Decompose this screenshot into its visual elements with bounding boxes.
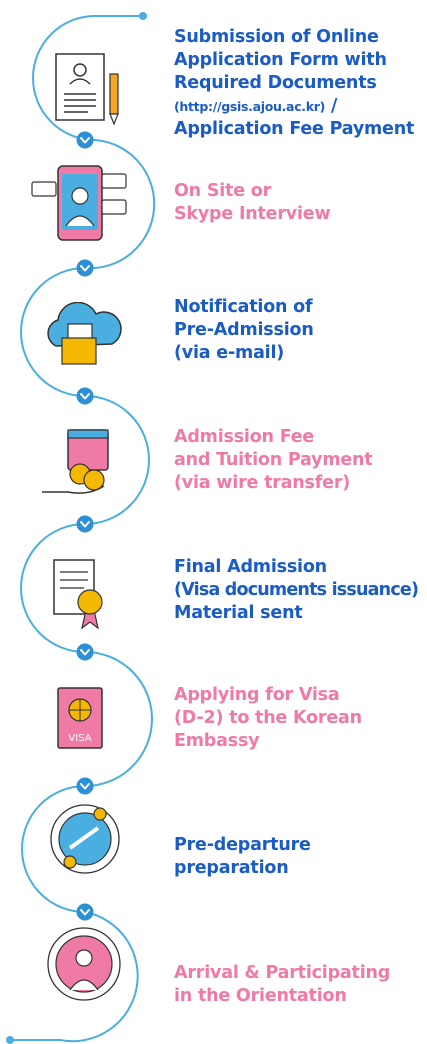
step-4-text: Admission Fee and Tuition Payment (via w… (174, 426, 427, 495)
step-7-line-1: Pre-departure (174, 835, 311, 855)
step-6-line-3: Embassy (174, 731, 260, 751)
step-1-line-3: Required Documents (174, 73, 377, 93)
payment-wallet-icon (42, 429, 109, 494)
cloud-email-icon (47, 302, 122, 365)
globe-person-icon (47, 927, 121, 1001)
globe-travel-icon (50, 804, 120, 874)
passport-icon: VISA (57, 687, 103, 749)
step-3-text: Notification of Pre-Admission (via e-mai… (174, 296, 427, 365)
step-6-line-2: (D-2) to the Korean (174, 708, 362, 728)
chevron-down-icon (76, 515, 94, 533)
video-interview-icon (31, 165, 127, 241)
step-3-line-1: Notification of (174, 297, 313, 317)
step-7-text: Pre-departure preparation (174, 834, 427, 880)
step-7-line-2: preparation (174, 858, 289, 878)
chevron-down-icon (76, 903, 94, 921)
step-5-text: Final Admission (Visa documents issuance… (174, 556, 427, 625)
step-2-line-2: Skype Interview (174, 204, 331, 224)
chevron-down-icon (76, 777, 94, 795)
step-1-line-1: Submission of Online (174, 27, 379, 47)
application-url: (http://gsis.ajou.ac.kr) (174, 99, 326, 114)
step-5-line-2: (Visa documents issuance) (174, 580, 419, 600)
step-2-text: On Site or Skype Interview (174, 180, 427, 226)
step-4-line-2: and Tuition Payment (174, 450, 373, 470)
slash-separator: / (330, 96, 338, 116)
chevron-down-icon (76, 131, 94, 149)
step-5-line-1: Final Admission (174, 557, 327, 577)
step-8-line-2: in the Orientation (174, 986, 347, 1006)
step-1-text: Submission of Online Application Form wi… (174, 26, 427, 141)
application-form-icon (55, 53, 119, 126)
step-6-line-1: Applying for Visa (174, 685, 340, 705)
step-1-line-4: Application Fee Payment (174, 119, 415, 139)
process-timeline-track (6, 12, 156, 1044)
step-2-line-1: On Site or (174, 181, 272, 201)
step-6-text: Applying for Visa (D-2) to the Korean Em… (174, 684, 427, 753)
step-4-line-3: (via wire transfer) (174, 473, 351, 493)
step-1-line-2: Application Form with (174, 50, 387, 70)
step-5-line-3: Material sent (174, 603, 303, 623)
passport-label: VISA (68, 733, 91, 744)
chevron-down-icon (76, 259, 94, 277)
step-4-line-1: Admission Fee (174, 427, 315, 447)
step-3-line-2: Pre-Admission (174, 320, 314, 340)
chevron-down-icon (76, 643, 94, 661)
step-8-line-1: Arrival & Participating (174, 963, 391, 983)
certificate-icon (53, 559, 103, 630)
step-3-line-3: (via e-mail) (174, 343, 285, 363)
step-8-text: Arrival & Participating in the Orientati… (174, 962, 427, 1008)
chevron-down-icon (76, 387, 94, 405)
